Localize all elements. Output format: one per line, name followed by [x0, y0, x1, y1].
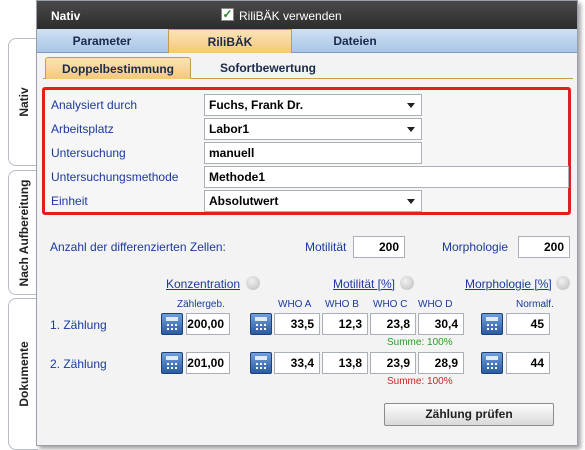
who-a-2-input[interactable]: 33,4 [274, 352, 320, 374]
calculator-icon[interactable] [250, 313, 272, 335]
morphologie-count-input[interactable]: 200 [518, 236, 570, 258]
sub-tab-bar: Doppelbestimmung Sofortbewertung [43, 55, 573, 79]
side-tab-label: Nativ [16, 87, 31, 117]
side-tab-nach-aufbereitung[interactable]: Nach Aufbereitung [8, 170, 38, 295]
konzentration-status-icon [246, 276, 260, 290]
calculator-icon[interactable] [161, 352, 183, 374]
tab-rilibaek[interactable]: RiliBÄK [168, 29, 292, 53]
row-label-1: 1. Zählung [50, 318, 107, 332]
untersuchung-value: manuell [209, 146, 255, 160]
calculator-icon[interactable] [161, 313, 183, 335]
analysiert-select[interactable]: Fuchs, Frank Dr. [204, 94, 422, 116]
arbeitsplatz-value: Labor1 [209, 122, 250, 136]
form-row-methode: Untersuchungsmethode Methode1 [51, 166, 569, 188]
main-tab-bar: Parameter RiliBÄK Dateien [37, 29, 577, 53]
normalf-1-input[interactable]: 45 [506, 313, 550, 335]
einheit-value: Absolutwert [209, 194, 279, 208]
col-who-b: WHO B [325, 299, 359, 310]
col-who-a: WHO A [278, 299, 312, 310]
who-c-1-input[interactable]: 23,8 [370, 313, 416, 335]
normalf-2-input[interactable]: 44 [506, 352, 550, 374]
form-row-untersuchung: Untersuchung manuell [51, 142, 563, 164]
form-row-einheit: Einheit Absolutwert [51, 190, 563, 212]
morphologie-link[interactable]: Morphologie [%] [465, 277, 552, 291]
side-tab-nativ[interactable]: Nativ [8, 38, 38, 166]
col-zaehlergeb: Zählergeb. [177, 299, 225, 310]
einheit-label: Einheit [51, 194, 88, 208]
morphologie-count-label: Morphologie [442, 240, 509, 254]
motilitaet-count-label: Motilität [305, 240, 347, 254]
rilibaek-checkbox[interactable]: ✓ [221, 8, 234, 21]
side-tab-dokumente[interactable]: Dokumente [8, 298, 38, 450]
who-c-2-input[interactable]: 23,9 [370, 352, 416, 374]
main-panel: Nativ ✓ RiliBÄK verwenden Parameter Rili… [36, 0, 578, 446]
window-title: Nativ [51, 9, 81, 23]
who-d-2-input[interactable]: 28,9 [418, 352, 464, 374]
side-tab-label: Nach Aufbereitung [16, 179, 31, 286]
row-label-2: 2. Zählung [50, 357, 107, 371]
arbeitsplatz-select[interactable]: Labor1 [204, 118, 422, 140]
summe-1: Summe: 100% [387, 337, 453, 348]
chevron-down-icon [407, 199, 415, 204]
untersuchung-input[interactable]: manuell [204, 142, 422, 164]
side-tab-bar: Nativ Nach Aufbereitung Dokumente [0, 0, 38, 450]
morphologie-status-icon [556, 276, 570, 290]
arbeitsplatz-label: Arbeitsplatz [51, 122, 114, 136]
konzentration-link[interactable]: Konzentration [166, 277, 240, 291]
header-form: Analysiert durch Fuchs, Frank Dr. Arbeit… [42, 87, 571, 215]
who-d-1-input[interactable]: 30,4 [418, 313, 464, 335]
form-row-arbeitsplatz: Arbeitsplatz Labor1 [51, 118, 563, 140]
untersuchung-label: Untersuchung [51, 146, 126, 160]
cells-label: Anzahl der differenzierten Zellen: [50, 240, 226, 254]
subtab-sofortbewertung[interactable]: Sofortbewertung [195, 57, 341, 79]
motilitaet-count-input[interactable]: 200 [353, 236, 405, 258]
tab-parameter[interactable]: Parameter [37, 29, 167, 53]
analysiert-label: Analysiert durch [51, 98, 138, 112]
tab-dateien[interactable]: Dateien [293, 29, 417, 53]
chevron-down-icon [407, 127, 415, 132]
motilitaet-status-icon [400, 276, 414, 290]
methode-value: Methode1 [209, 170, 266, 184]
zaehlergeb-2-input[interactable]: 201,00 [186, 352, 230, 374]
col-who-d: WHO D [418, 299, 453, 310]
chevron-down-icon [407, 103, 415, 108]
who-b-2-input[interactable]: 13,8 [322, 352, 368, 374]
zaehlergeb-1-input[interactable]: 200,00 [186, 313, 230, 335]
who-a-1-input[interactable]: 33,5 [274, 313, 320, 335]
einheit-select[interactable]: Absolutwert [204, 190, 422, 212]
form-row-analysiert: Analysiert durch Fuchs, Frank Dr. [51, 94, 563, 116]
summe-2: Summe: 100% [387, 376, 453, 387]
calculator-icon[interactable] [250, 352, 272, 374]
methode-label: Untersuchungsmethode [51, 170, 179, 184]
side-tab-label: Dokumente [16, 341, 31, 407]
subtab-doppelbestimmung[interactable]: Doppelbestimmung [45, 57, 191, 79]
who-b-1-input[interactable]: 12,3 [322, 313, 368, 335]
calculator-icon[interactable] [481, 352, 503, 374]
zaehlung-pruefen-button[interactable]: Zählung prüfen [384, 403, 554, 426]
rilibaek-checkbox-label[interactable]: RiliBÄK verwenden [239, 9, 342, 23]
analysiert-value: Fuchs, Frank Dr. [209, 98, 304, 112]
col-normalf: Normalf. [516, 299, 554, 310]
title-bar: Nativ ✓ RiliBÄK verwenden [37, 1, 577, 29]
methode-input[interactable]: Methode1 [204, 166, 569, 188]
col-who-c: WHO C [373, 299, 408, 310]
motilitaet-link[interactable]: Motilität [%] [333, 277, 395, 291]
calculator-icon[interactable] [481, 313, 503, 335]
